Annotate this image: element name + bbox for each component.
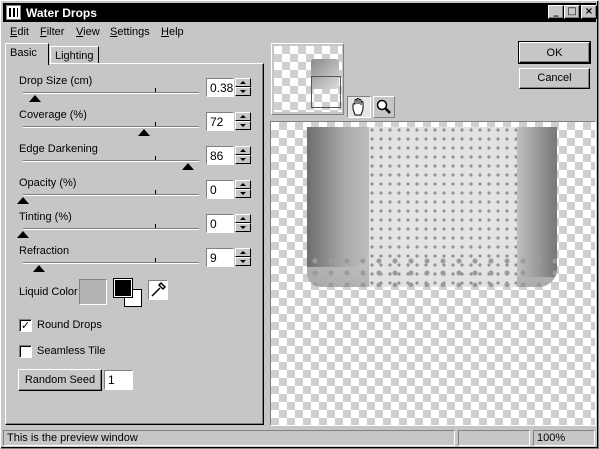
minimize-button[interactable]: _ [548, 5, 564, 19]
status-bar: This is the preview window 100% [3, 429, 596, 447]
liquid-color-label: Liquid Color [19, 286, 78, 298]
tab-basic[interactable]: Basic [5, 43, 49, 65]
eyedropper-icon [151, 281, 167, 297]
maximize-button[interactable]: □ [564, 5, 580, 19]
tinting-spin-up-button[interactable] [235, 214, 251, 223]
tinting-slider-track[interactable] [23, 228, 199, 230]
opacity-slider-track[interactable] [23, 194, 199, 196]
refraction-spin-down-button[interactable] [235, 257, 251, 266]
edge-darkening-slider-thumb[interactable] [182, 163, 194, 170]
status-message: This is the preview window [3, 430, 455, 446]
seamless-tile-label: Seamless Tile [37, 345, 106, 357]
round-drops-checkbox[interactable]: ✓ [19, 319, 32, 332]
hand-tool-button[interactable] [347, 96, 371, 118]
drop-size-spin-down-button[interactable] [235, 87, 251, 96]
menu-edit[interactable]: Edit [10, 26, 29, 38]
zoom-tool-button[interactable] [373, 96, 395, 118]
navigator-view-rect[interactable] [311, 76, 341, 108]
drop-size-label: Drop Size (cm) [19, 75, 93, 87]
ok-button-label: OK [546, 47, 563, 59]
tinting-label: Tinting (%) [19, 211, 72, 223]
menu-filter[interactable]: Filter [40, 26, 64, 38]
drop-size-spin-up-button[interactable] [235, 78, 251, 87]
edge-darkening-slider-track[interactable] [23, 160, 199, 162]
opacity-spinner[interactable] [235, 180, 251, 199]
coverage-spin-down-button[interactable] [235, 121, 251, 130]
window-title: Water Drops [26, 6, 97, 20]
cancel-button-label: Cancel [537, 72, 572, 84]
drop-size-slider-track[interactable] [23, 92, 199, 94]
status-zoom: 100% [533, 430, 595, 446]
tinting-spin-down-button[interactable] [235, 223, 251, 232]
tinting-spinner[interactable] [235, 214, 251, 233]
refraction-slider-track[interactable] [23, 262, 199, 264]
drop-size-slider-tick [155, 88, 156, 92]
coverage-spin-up-button[interactable] [235, 112, 251, 121]
opacity-input[interactable]: 0 [206, 180, 234, 199]
preview-image [307, 127, 557, 287]
edge-darkening-spin-down-button[interactable] [235, 155, 251, 164]
edge-darkening-slider-tick [155, 156, 156, 160]
liquid-color-swatch[interactable] [79, 279, 107, 305]
drop-size-input[interactable]: 0.38 [206, 78, 234, 97]
coverage-slider-tick [155, 122, 156, 126]
hand-icon [352, 98, 364, 116]
coverage-label: Coverage (%) [19, 109, 87, 121]
edge-darkening-spinner[interactable] [235, 146, 251, 165]
opacity-slider-tick [155, 190, 156, 194]
menu-help[interactable]: Help [161, 26, 184, 38]
app-icon[interactable] [6, 5, 21, 20]
foreground-color-swatch[interactable] [113, 278, 133, 298]
refraction-slider-tick [155, 258, 156, 262]
refraction-label: Refraction [19, 245, 70, 257]
random-seed-button-label: Random Seed [24, 374, 96, 386]
tinting-slider-thumb[interactable] [17, 231, 29, 238]
edge-darkening-input[interactable]: 86 [206, 146, 234, 165]
tinting-input[interactable]: 0 [206, 214, 234, 233]
menu-bar: Edit Filter View Settings Help [3, 23, 596, 42]
fg-bg-color-picker[interactable] [113, 278, 144, 309]
tab-lighting[interactable]: Lighting [50, 46, 99, 63]
refraction-input[interactable]: 9 [206, 248, 234, 267]
preview-window[interactable] [270, 121, 596, 426]
cancel-button[interactable]: Cancel [519, 68, 590, 89]
coverage-slider-thumb[interactable] [138, 129, 150, 136]
edge-darkening-spin-up-button[interactable] [235, 146, 251, 155]
drop-size-spinner[interactable] [235, 78, 251, 97]
opacity-spin-down-button[interactable] [235, 189, 251, 198]
refraction-spin-up-button[interactable] [235, 248, 251, 257]
tab-lighting-label: Lighting [55, 50, 94, 62]
menu-settings[interactable]: Settings [110, 26, 150, 38]
coverage-spinner[interactable] [235, 112, 251, 131]
seamless-tile-checkbox[interactable] [19, 345, 32, 358]
coverage-slider-track[interactable] [23, 126, 199, 128]
eyedropper-button[interactable] [148, 280, 168, 300]
tinting-slider-tick [155, 224, 156, 228]
ok-button[interactable]: OK [518, 41, 591, 64]
menu-view[interactable]: View [76, 26, 100, 38]
random-seed-input[interactable]: 1 [104, 370, 133, 390]
navigator-frame[interactable] [271, 43, 344, 115]
tab-basic-label: Basic [10, 47, 37, 59]
refraction-spinner[interactable] [235, 248, 251, 267]
navigator-thumbnail[interactable] [274, 46, 342, 112]
title-bar[interactable]: Water Drops _ □ × [3, 3, 597, 22]
status-empty-cell [458, 430, 530, 446]
drop-size-slider-thumb[interactable] [29, 95, 41, 102]
close-button[interactable]: × [581, 5, 597, 19]
edge-darkening-label: Edge Darkening [19, 143, 98, 155]
refraction-slider-thumb[interactable] [33, 265, 45, 272]
opacity-label: Opacity (%) [19, 177, 77, 189]
water-drops-window: Water Drops _ □ × Edit Filter View Setti… [0, 0, 599, 449]
random-seed-button[interactable]: Random Seed [18, 369, 102, 391]
magnifier-icon [376, 99, 391, 114]
coverage-input[interactable]: 72 [206, 112, 234, 131]
opacity-spin-up-button[interactable] [235, 180, 251, 189]
round-drops-label: Round Drops [37, 319, 102, 331]
opacity-slider-thumb[interactable] [17, 197, 29, 204]
